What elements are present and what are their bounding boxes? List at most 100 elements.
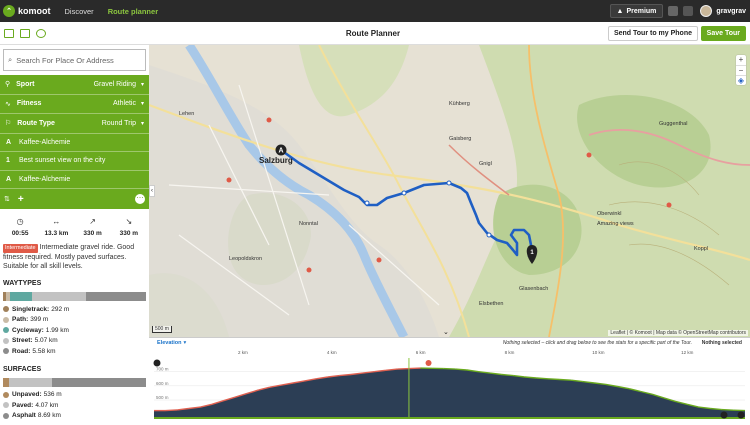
reorder-icon[interactable]: ⇅ bbox=[4, 195, 10, 203]
zoom-in-button[interactable]: + bbox=[736, 55, 746, 65]
distance-stat: ↔ 13.3 km bbox=[38, 217, 74, 237]
map-label: Gaisberg bbox=[449, 136, 471, 142]
surface-legend-item: Unpaved:536 m bbox=[3, 390, 146, 401]
route-handle bbox=[487, 233, 491, 237]
elevation-dropdown[interactable]: Elevation bbox=[157, 340, 181, 346]
map-label: Amazing views bbox=[597, 221, 634, 227]
add-waypoint-row: ⇅ + ⋯ bbox=[0, 189, 149, 209]
waypoint-row[interactable]: A Kaffee-Alchemie bbox=[0, 171, 149, 190]
tour-settings: ⚲ Sport Gravel Riding ▾ ∿ Fitness Athlet… bbox=[0, 75, 149, 209]
distance-axis: 2 km4 km6 km8 km10 km12 km bbox=[149, 350, 750, 356]
duration-stat: ◷ 00:55 bbox=[2, 217, 38, 237]
waytype-value: 5.07 km bbox=[35, 337, 58, 344]
nav-route-planner[interactable]: Route planner bbox=[108, 7, 158, 16]
sidebar: ⌕ Search For Place Or Address ⚲ Sport Gr… bbox=[0, 45, 149, 424]
color-dot bbox=[3, 327, 9, 333]
username[interactable]: gravgrav bbox=[716, 8, 746, 15]
map[interactable]: A 1 Salzburg Gaisberg Oberwinkl Amazing … bbox=[149, 45, 750, 337]
surfaces-legend: Unpaved:536 mPaved:4.07 kmAsphalt8.69 km bbox=[0, 387, 149, 422]
route-handle bbox=[365, 201, 369, 205]
map-label: Gnigl bbox=[479, 161, 492, 167]
waytype-value: 399 m bbox=[30, 316, 48, 323]
surface-bar-segment[interactable] bbox=[52, 378, 146, 387]
fitness-select[interactable]: ∿ Fitness Athletic ▾ bbox=[0, 95, 149, 115]
selection-hint: Nothing selected – click and drag below … bbox=[503, 340, 692, 346]
waypoint-marker: 1 bbox=[6, 157, 16, 164]
send-to-phone-button[interactable]: Send Tour to my Phone bbox=[608, 26, 698, 41]
more-options-icon[interactable]: ⋯ bbox=[135, 194, 145, 204]
downhill-value: 330 m bbox=[111, 230, 147, 237]
surface-legend-item: Asphalt8.69 km bbox=[3, 411, 146, 422]
elevation-chart[interactable]: 700 m600 m500 m400 m bbox=[149, 358, 750, 425]
bike-icon: ⚲ bbox=[5, 80, 10, 88]
waypoint-name: Kaffee-Alchemie bbox=[19, 176, 70, 183]
waytype-legend-item: Cycleway:1.99 km bbox=[3, 325, 146, 336]
fitness-value: Athletic bbox=[113, 100, 136, 107]
waytypes-legend: Singletrack:292 mPath:399 mCycleway:1.99… bbox=[0, 301, 149, 357]
premium-button[interactable]: ▲ Premium bbox=[610, 4, 664, 18]
layout-toggle-icon[interactable] bbox=[20, 29, 30, 38]
surfaces-bar[interactable] bbox=[3, 378, 146, 387]
poi-pin bbox=[667, 203, 672, 208]
save-tour-button[interactable]: Save Tour bbox=[701, 26, 746, 41]
waypoint-row[interactable]: 1 Best sunset view on the city bbox=[0, 152, 149, 171]
color-dot bbox=[3, 392, 9, 398]
elevation-grade-segment bbox=[548, 379, 560, 380]
uphill-stat: ↗ 330 m bbox=[75, 217, 111, 237]
elevation-tick-label: 500 m bbox=[156, 395, 169, 400]
nav-discover[interactable]: Discover bbox=[65, 7, 94, 16]
map-label: Lehen bbox=[179, 111, 194, 117]
elevation-area bbox=[154, 368, 745, 417]
elevation-tick-label: 700 m bbox=[156, 367, 169, 372]
surface-strip bbox=[154, 417, 745, 419]
search-icon: ⌕ bbox=[8, 55, 12, 65]
waytype-bar-segment[interactable] bbox=[10, 292, 31, 301]
search-input[interactable]: ⌕ Search For Place Or Address bbox=[3, 49, 146, 71]
surface-label: Unpaved: bbox=[12, 391, 42, 398]
collapse-sidebar-icon[interactable]: ‹ bbox=[149, 185, 155, 197]
elevation-tick-label: 600 m bbox=[156, 381, 169, 386]
waytype-legend-item: Street:5.07 km bbox=[3, 336, 146, 347]
waypoint-row[interactable]: A Kaffee-Alchemie bbox=[0, 134, 149, 153]
downhill-icon: ↘ bbox=[111, 217, 147, 227]
waytype-bar-segment[interactable] bbox=[32, 292, 86, 301]
eye-icon[interactable] bbox=[36, 29, 46, 38]
add-waypoint-icon[interactable]: + bbox=[18, 194, 24, 205]
sport-select[interactable]: ⚲ Sport Gravel Riding ▾ bbox=[0, 75, 149, 95]
distance-value: 13.3 km bbox=[38, 230, 74, 237]
locate-icon[interactable]: ◈ bbox=[736, 75, 746, 85]
app-grid-icon[interactable] bbox=[668, 6, 678, 16]
surface-bar-segment[interactable] bbox=[9, 378, 53, 387]
waytype-label: Cycleway: bbox=[12, 327, 44, 334]
poi-pin bbox=[307, 268, 312, 273]
difficulty-badge: Intermediate bbox=[3, 244, 38, 253]
map-label: Nonntal bbox=[299, 221, 318, 227]
surface-legend-item: Paved:4.07 km bbox=[3, 400, 146, 411]
color-dot bbox=[3, 317, 9, 323]
waytypes-bar[interactable] bbox=[3, 292, 146, 301]
chevron-down-icon: ▾ bbox=[141, 100, 144, 107]
elevation-grade-segment bbox=[722, 410, 734, 411]
page-title: Route Planner bbox=[320, 29, 426, 38]
notifications-icon[interactable] bbox=[683, 6, 693, 16]
komoot-logo[interactable]: ⌃ komoot bbox=[3, 5, 51, 17]
brand-name: komoot bbox=[18, 6, 51, 16]
sidebar-toggle-icon[interactable] bbox=[4, 29, 14, 38]
chevron-down-icon[interactable]: ⌄ bbox=[443, 328, 449, 336]
distance-tick-label: 8 km bbox=[505, 350, 515, 355]
map-zoom-controls: + − ◈ bbox=[736, 55, 746, 85]
start-marker-label: A bbox=[278, 148, 283, 155]
color-dot bbox=[3, 338, 9, 344]
filter-icon bbox=[738, 412, 745, 419]
route-type-select[interactable]: ⚐ Route Type Round Trip ▾ bbox=[0, 114, 149, 134]
fitness-label: Fitness bbox=[17, 100, 42, 107]
distance-tick-label: 10 km bbox=[592, 350, 604, 355]
zoom-out-button[interactable]: − bbox=[736, 65, 746, 75]
avatar[interactable] bbox=[700, 5, 712, 17]
distance-tick-label: 12 km bbox=[681, 350, 693, 355]
clock-icon: ◷ bbox=[2, 217, 38, 227]
waytype-bar-segment[interactable] bbox=[86, 292, 146, 301]
map-canvas[interactable]: A 1 Salzburg Gaisberg Oberwinkl Amazing … bbox=[149, 45, 750, 337]
elevation-panel: Elevation ▾ Nothing selected – click and… bbox=[149, 337, 750, 424]
fitness-icon: ∿ bbox=[5, 100, 11, 108]
